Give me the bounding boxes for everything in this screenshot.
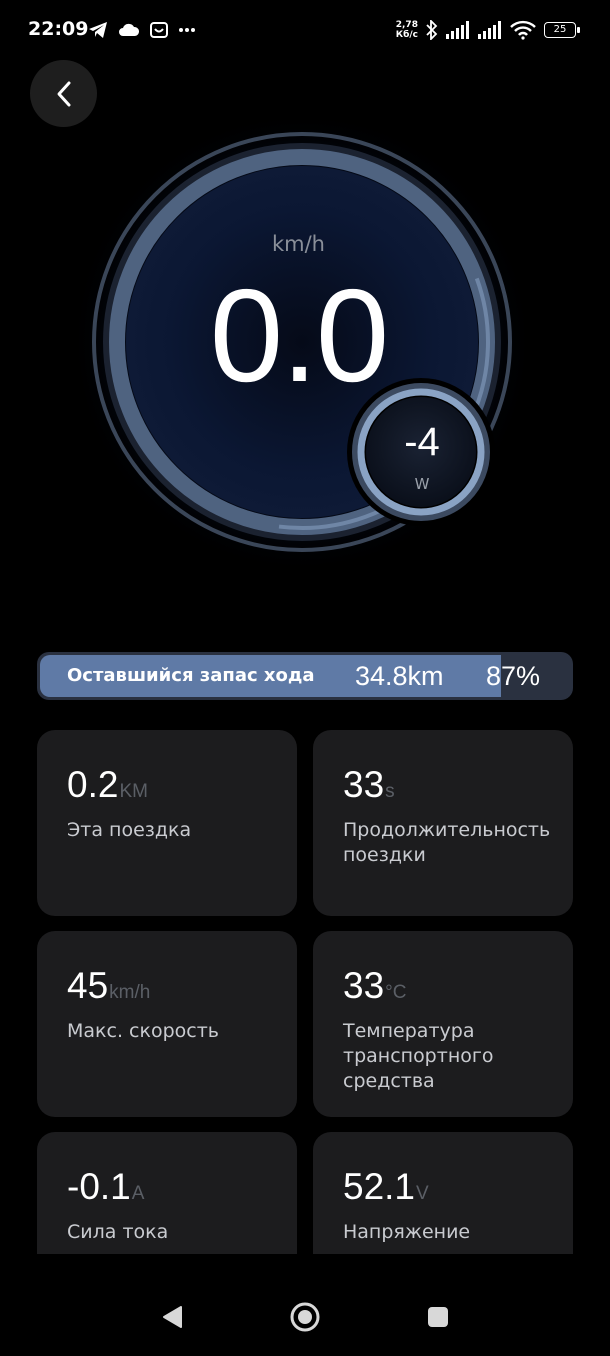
stat-card-max-speed: 45km/h Макс. скорость [37, 931, 297, 1117]
stat-card-trip-duration: 33s Продолжительность поездки [313, 730, 573, 916]
status-left-icons [88, 16, 196, 44]
stat-value: 33s [343, 764, 395, 805]
stat-label: Продолжительность поездки [343, 819, 551, 866]
stat-unit: KM [119, 781, 148, 802]
stat-label: Макс. скорость [67, 1020, 219, 1042]
stat-card-trip-distance: 0.2KM Эта поездка [37, 730, 297, 916]
stat-card-voltage: 52.1V Напряжение [313, 1132, 573, 1254]
range-label: Оставшийся запас хода [67, 665, 315, 686]
stat-label: Сила тока [67, 1221, 169, 1243]
nav-back-button[interactable] [142, 1292, 202, 1342]
wifi-icon [510, 20, 536, 40]
stat-value: 33°C [343, 965, 407, 1006]
power-unit: W [414, 475, 430, 493]
cloud-icon [119, 23, 140, 36]
telegram-icon [89, 22, 107, 38]
navigation-bar [0, 1256, 610, 1356]
stat-value: -0.1A [67, 1166, 145, 1207]
power-value: -4 [404, 420, 440, 464]
home-circle-icon [290, 1302, 320, 1332]
chevron-left-icon [57, 81, 70, 106]
network-speed: 2,78 Кб/с [395, 20, 418, 40]
range-distance: 34.8km [355, 661, 444, 691]
more-dots-icon [179, 28, 195, 32]
stat-unit: km/h [109, 982, 151, 1003]
stat-label: Температура транспортного средства [343, 1020, 494, 1092]
app-icon [150, 22, 168, 38]
back-button[interactable] [30, 60, 97, 127]
range-percent: 87% [486, 661, 541, 691]
stat-unit: s [385, 781, 395, 802]
status-right-icons: 2,78 Кб/с 25 [395, 16, 580, 44]
stat-value: 45km/h [67, 965, 151, 1006]
stat-label: Эта поездка [67, 819, 192, 841]
stat-unit: A [131, 1183, 145, 1204]
speed-value: 0.0 [209, 262, 390, 409]
stat-value: 0.2KM [67, 764, 148, 805]
back-triangle-icon [163, 1306, 182, 1328]
stat-value: 52.1V [343, 1166, 429, 1207]
status-bar: 22:09 2,78 Кб/с 25 [0, 0, 610, 60]
speed-unit: km/h [271, 232, 325, 256]
bluetooth-icon [426, 20, 438, 40]
stat-label: Напряжение [343, 1221, 471, 1243]
range-bar: Оставшийся запас хода 34.8km 87% [37, 652, 573, 700]
nav-recents-button[interactable] [408, 1292, 468, 1342]
signal-icon [446, 21, 469, 39]
recents-square-icon [428, 1307, 448, 1327]
signal-icon [478, 21, 501, 39]
nav-home-button[interactable] [275, 1292, 335, 1342]
stat-card-temperature: 33°C Температура транспортного средства [313, 931, 573, 1117]
battery-icon: 25 [544, 22, 580, 38]
stat-unit: V [416, 1183, 429, 1204]
speed-gauge: km/h 0.0 -4 W [0, 120, 610, 640]
stats-grid: 0.2KM Эта поездка 33s Продолжительность … [37, 730, 573, 1254]
status-time: 22:09 [28, 18, 89, 40]
stat-unit: °C [385, 982, 407, 1003]
stat-card-current: -0.1A Сила тока [37, 1132, 297, 1254]
